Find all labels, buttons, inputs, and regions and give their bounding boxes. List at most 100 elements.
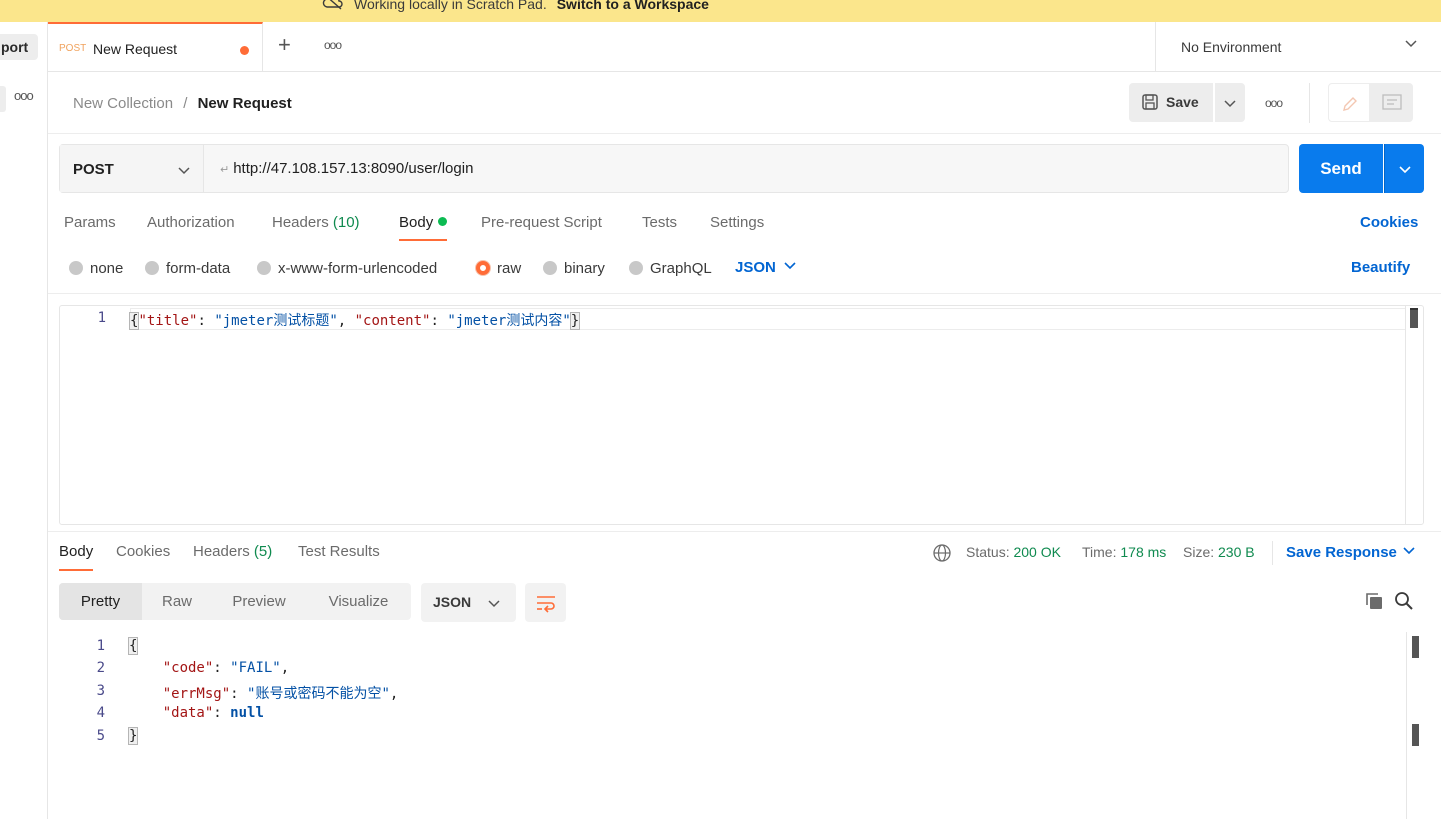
response-tab-test-results[interactable]: Test Results [298, 543, 380, 560]
view-pretty-button[interactable]: Pretty [59, 583, 142, 620]
code-line: "code": "FAIL", [162, 660, 290, 676]
banner-text: Working locally in Scratch Pad. [354, 0, 547, 12]
editor-scroll-track [1405, 306, 1406, 524]
unsaved-dot-icon[interactable] [240, 46, 249, 55]
import-button[interactable]: port [0, 34, 38, 60]
sidebar-strip: port ooo [0, 22, 48, 819]
breadcrumb-request[interactable]: New Request [198, 95, 292, 112]
radio-label: binary [564, 260, 605, 277]
tab-more-icon[interactable]: ooo [324, 38, 342, 52]
tab-pre-request-script[interactable]: Pre-request Script [481, 214, 602, 231]
send-dropdown-button[interactable] [1384, 144, 1424, 193]
response-tab-cookies[interactable]: Cookies [116, 543, 170, 560]
body-language-select[interactable]: JSON [735, 259, 796, 276]
json-string: "FAIL" [230, 660, 281, 676]
json-key: "content" [354, 313, 431, 329]
switch-workspace-link[interactable]: Switch to a Workspace [557, 0, 709, 12]
editor-scrollbar[interactable] [1410, 308, 1418, 328]
tab-params[interactable]: Params [64, 214, 116, 231]
save-dropdown-button[interactable] [1215, 83, 1245, 122]
return-icon: ↵ [220, 164, 230, 176]
radio-graphql[interactable]: GraphQL [629, 260, 712, 277]
radio-circle [257, 261, 271, 275]
line-number: 2 [96, 660, 105, 676]
radio-circle [145, 261, 159, 275]
response-format-select[interactable]: JSON [421, 583, 516, 622]
cookies-link[interactable]: Cookies [1360, 214, 1418, 231]
active-tab-underline [59, 569, 94, 571]
view-raw-button[interactable]: Raw [142, 583, 212, 620]
radio-binary[interactable]: binary [543, 260, 605, 277]
copy-icon[interactable] [1364, 591, 1384, 616]
response-time[interactable]: Time: 178 ms [1082, 544, 1166, 560]
request-body-editor[interactable]: 1 {"title": "jmeter测试标题", "content": "jm… [59, 305, 1424, 525]
chevron-down-icon [784, 262, 796, 270]
wrap-lines-icon [537, 596, 555, 613]
chevron-down-icon [488, 600, 500, 608]
beautify-link[interactable]: Beautify [1351, 259, 1410, 276]
format-label: JSON [433, 594, 472, 610]
breadcrumb-separator: / [183, 95, 188, 112]
request-tab-bar: POST New Request + ooo No Environment [48, 22, 1441, 72]
tab-tests[interactable]: Tests [642, 214, 677, 231]
response-scroll-track [1406, 632, 1407, 819]
view-visualize-button[interactable]: Visualize [306, 583, 411, 620]
response-tab-body-label: Body [59, 543, 94, 560]
breadcrumb-collection[interactable]: New Collection [73, 95, 173, 112]
sidebar-toggle[interactable] [0, 86, 6, 112]
response-status[interactable]: Status: 200 OK [966, 544, 1061, 560]
line-number: 1 [97, 310, 106, 326]
chevron-down-icon [1403, 547, 1415, 555]
response-tab-headers[interactable]: Headers (5) [193, 543, 272, 560]
response-size[interactable]: Size: 230 B [1183, 544, 1255, 560]
request-tab[interactable]: POST New Request [48, 22, 263, 72]
tab-authorization[interactable]: Authorization [147, 214, 235, 231]
url-input[interactable]: ↵ http://47.108.157.13:8090/user/login [220, 160, 473, 177]
view-preview-button[interactable]: Preview [212, 583, 306, 620]
edit-mode-button[interactable] [1328, 83, 1370, 122]
chevron-down-icon [1399, 166, 1411, 174]
code-line: "errMsg": "账号或密码不能为空", [162, 686, 399, 702]
environment-selector[interactable]: No Environment [1155, 22, 1441, 72]
globe-icon[interactable] [932, 543, 952, 566]
json-key: "code" [162, 660, 214, 676]
sidebar-more-icon[interactable]: ooo [14, 88, 34, 103]
line-number: 4 [96, 705, 105, 721]
response-tab-headers-label: Headers [193, 543, 250, 560]
radio-form-data[interactable]: form-data [145, 260, 230, 277]
save-response-label: Save Response [1286, 544, 1397, 561]
breadcrumb: New Collection / New Request [73, 95, 292, 112]
radio-raw[interactable]: raw [476, 260, 521, 277]
size-label: Size: [1183, 544, 1215, 560]
time-label: Time: [1082, 544, 1117, 560]
more-options-icon[interactable]: ooo [1265, 96, 1283, 110]
plus-icon[interactable]: + [278, 34, 291, 56]
divider [48, 133, 1441, 134]
radio-label: none [90, 260, 124, 277]
radio-circle [629, 261, 643, 275]
radio-label: x-www-form-urlencoded [278, 260, 438, 277]
response-tab-body[interactable]: Body [59, 543, 94, 571]
divider [1309, 83, 1310, 123]
radio-circle [69, 261, 83, 275]
wrap-lines-button[interactable] [525, 583, 566, 622]
response-scrollbar[interactable] [1412, 636, 1419, 658]
status-value: 200 OK [1013, 544, 1061, 560]
method-select[interactable]: POST [60, 145, 204, 192]
tab-settings[interactable]: Settings [710, 214, 764, 231]
tab-body[interactable]: Body [399, 214, 448, 241]
code-line: } [127, 727, 139, 745]
response-scrollbar-lower[interactable] [1412, 724, 1419, 746]
documentation-button[interactable] [1370, 83, 1413, 122]
tab-headers[interactable]: Headers (10) [272, 214, 360, 231]
save-response-button[interactable]: Save Response [1286, 544, 1415, 561]
radio-label: form-data [166, 260, 231, 277]
json-key: "title" [138, 313, 198, 329]
tab-body-label: Body [399, 214, 434, 231]
radio-x-www-form-urlencoded[interactable]: x-www-form-urlencoded [257, 260, 437, 277]
radio-none[interactable]: none [69, 260, 123, 277]
send-button[interactable]: Send [1299, 144, 1383, 193]
save-button[interactable]: Save [1129, 83, 1213, 122]
cloud-off-icon [322, 0, 344, 13]
search-icon[interactable] [1394, 591, 1414, 616]
